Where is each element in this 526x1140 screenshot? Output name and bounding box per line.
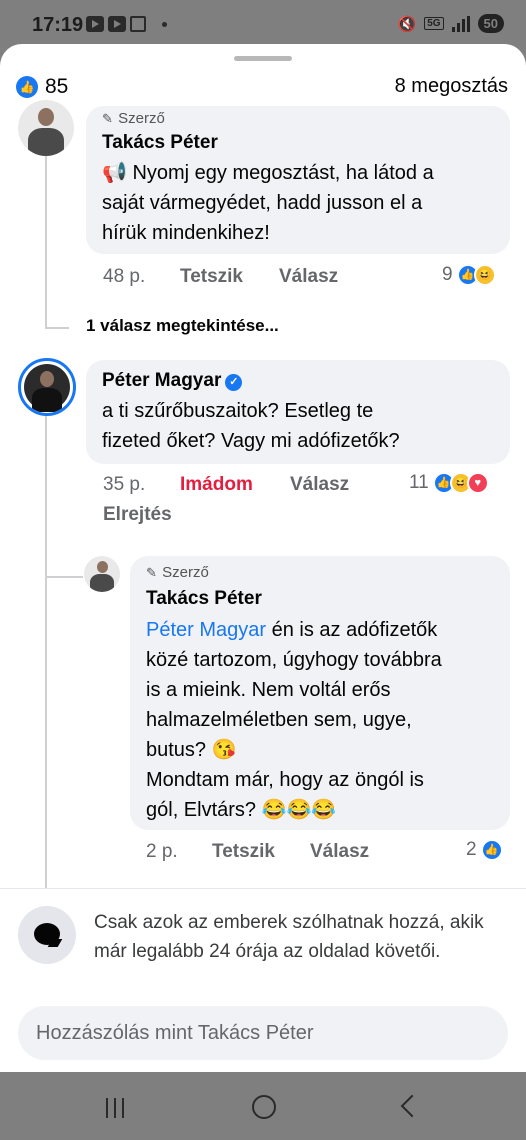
comment-text: a ti szűrőbuszaitok? Esetleg te fizeted … (102, 400, 400, 452)
comment-text: Péter Magyar én is az adófizetők közé ta… (146, 619, 442, 821)
more-notifications-icon (162, 21, 167, 27)
thread-line (45, 327, 69, 329)
comment-author[interactable]: Péter Magyar ✓ (102, 370, 243, 392)
comment-bubble: ✎ Szerző Takács Péter 📢 Nyomj egy megosz… (86, 106, 510, 254)
mute-icon: 🔇 (397, 15, 417, 33)
like-reaction-icon: 👍 (480, 839, 503, 861)
comments-sheet: 👍 85 8 megosztás ✎ Szerző Takács Péter 📢… (0, 44, 526, 1072)
comment-time: 2 p. (146, 841, 178, 862)
comment-restriction-notice: Csak azok az emberek szólhatnak hozzá, a… (94, 912, 484, 962)
network-type-icon: 5G (424, 17, 444, 30)
youtube-icon (108, 16, 126, 32)
divider (0, 888, 526, 889)
hide-button[interactable]: Elrejtés (103, 504, 172, 526)
reply-button[interactable]: Válasz (279, 266, 338, 288)
back-icon[interactable] (400, 1094, 424, 1118)
verified-badge-icon: ✓ (225, 374, 243, 391)
recent-apps-icon[interactable] (106, 1098, 124, 1118)
notification-icons (86, 16, 167, 32)
pen-icon: ✎ (146, 565, 157, 580)
comment-bubble-icon (18, 906, 76, 964)
home-icon[interactable] (252, 1095, 276, 1119)
reply-button[interactable]: Válasz (310, 841, 369, 863)
thread-line (45, 412, 47, 888)
drag-handle[interactable] (234, 56, 292, 61)
love-reaction-icon: ♥ (466, 472, 489, 494)
view-replies-link[interactable]: 1 válasz megtekintése... (86, 316, 279, 336)
thread-line (45, 142, 47, 328)
mention-link[interactable]: Péter Magyar (146, 619, 266, 641)
comment-text: 📢 Nyomj egy megosztást, ha látod a saját… (102, 162, 434, 244)
reaction-summary: 👍 85 8 megosztás (0, 72, 526, 108)
battery-icon: 50 (477, 14, 504, 33)
author-badge: ✎ Szerző (146, 564, 209, 581)
reaction-count: 2 (466, 839, 477, 860)
like-icon[interactable]: 👍 (16, 76, 38, 98)
avatar[interactable] (84, 556, 120, 592)
comment-bubble: ✎ Szerző Takács Péter Péter Magyar én is… (130, 556, 510, 830)
comment-bubble: Péter Magyar ✓ a ti szűrőbuszaitok? Esetl… (86, 360, 510, 464)
comment-author[interactable]: Takács Péter (146, 588, 262, 610)
status-time: 17:19 (32, 14, 84, 36)
status-bar: 17:19 🔇 5G 50 (0, 0, 526, 48)
comment-time: 48 p. (103, 266, 146, 287)
reaction-count: 9 (442, 264, 453, 285)
like-button[interactable]: Tetszik (180, 266, 243, 288)
like-button[interactable]: Tetszik (212, 841, 275, 863)
youtube-icon (86, 16, 104, 32)
love-button[interactable]: Imádom (180, 474, 253, 496)
like-count[interactable]: 85 (45, 75, 68, 99)
comment-author[interactable]: Takács Péter (102, 132, 218, 154)
avatar[interactable] (18, 100, 74, 156)
haha-reaction-icon: 😆 (473, 264, 496, 286)
reply-button[interactable]: Válasz (290, 474, 349, 496)
comment-time: 35 p. (103, 474, 146, 495)
reaction-count: 11 (409, 472, 429, 493)
calendar-icon (130, 16, 146, 32)
reaction-cluster[interactable]: 11 👍 😆 ♥ (409, 472, 489, 494)
reaction-cluster[interactable]: 2 👍 (466, 839, 503, 861)
status-right: 🔇 5G 50 (397, 14, 504, 33)
pen-icon: ✎ (102, 111, 113, 126)
avatar[interactable] (18, 358, 76, 416)
thread-line (45, 576, 83, 578)
comment-input[interactable]: Hozzászólás mint Takács Péter (18, 1006, 508, 1060)
signal-icon (451, 15, 470, 32)
reaction-cluster[interactable]: 9 👍 😆 (442, 264, 496, 286)
share-count[interactable]: 8 megosztás (395, 75, 508, 98)
author-badge: ✎ Szerző (102, 110, 165, 127)
navigation-bar (0, 1072, 526, 1140)
